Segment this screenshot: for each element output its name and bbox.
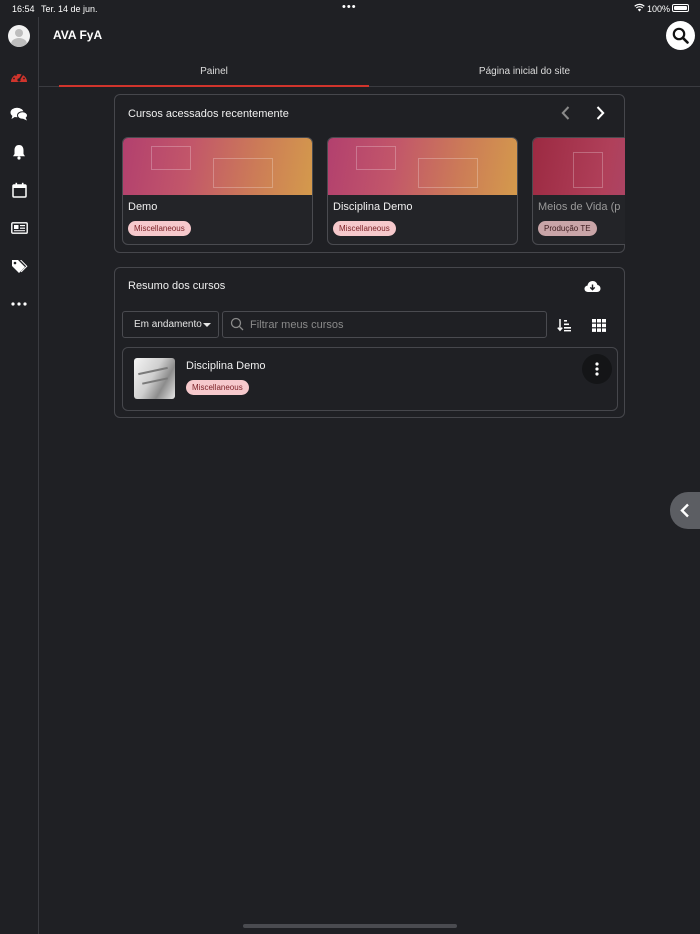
tab-painel[interactable]: Painel: [59, 55, 369, 87]
course-image: [123, 138, 312, 195]
block-drawer-toggle[interactable]: [670, 492, 700, 529]
calendar-icon[interactable]: [8, 179, 30, 201]
cloud-download-icon: [584, 280, 600, 292]
course-filter-input[interactable]: [222, 311, 547, 338]
carousel-next-button[interactable]: [591, 104, 609, 122]
sidebar: [0, 17, 39, 934]
recent-course-card[interactable]: Meios de Vida (p Produção TE: [532, 137, 625, 245]
chevron-left-icon: [560, 106, 569, 120]
course-name: Disciplina Demo: [186, 360, 266, 372]
tab-site-home[interactable]: Página inicial do site: [369, 55, 680, 87]
search-icon: [672, 27, 689, 44]
recent-courses-carousel: Demo Miscellaneous Disciplina Demo Misce…: [122, 137, 625, 246]
messages-icon[interactable]: [8, 103, 30, 125]
grid-icon: [592, 318, 606, 332]
caret-down-icon: [203, 323, 211, 327]
sort-icon: [556, 319, 571, 332]
course-overview-title: Resumo dos cursos: [128, 280, 226, 292]
category-badge: Miscellaneous: [333, 221, 396, 236]
course-overview-block: Resumo dos cursos Em andamento Disciplin…: [114, 267, 625, 418]
tab-bar: Painel Página inicial do site: [39, 55, 700, 87]
battery-icon: [672, 4, 689, 12]
recent-course-card[interactable]: Demo Miscellaneous: [122, 137, 313, 245]
course-list-item[interactable]: Disciplina Demo Miscellaneous: [122, 347, 618, 411]
course-actions-button[interactable]: [582, 354, 612, 384]
course-name: Meios de Vida (p: [538, 201, 621, 213]
dashboard-icon[interactable]: [8, 65, 30, 87]
course-name: Demo: [128, 201, 158, 213]
status-bar: 16:54 Ter. 14 de jun. ••• 100%: [0, 0, 700, 17]
progress-filter-dropdown[interactable]: Em andamento: [122, 311, 219, 338]
app-title: AVA FyA: [53, 28, 103, 42]
recent-courses-title: Cursos acessados recentemente: [128, 108, 289, 120]
search-button[interactable]: [666, 21, 695, 50]
grades-icon[interactable]: [8, 217, 30, 239]
category-badge: Miscellaneous: [186, 380, 249, 395]
recent-course-card[interactable]: Disciplina Demo Miscellaneous: [327, 137, 518, 245]
chevron-left-icon: [680, 503, 689, 518]
avatar[interactable]: [8, 25, 30, 47]
wifi-icon: [634, 3, 645, 14]
category-badge: Miscellaneous: [128, 221, 191, 236]
notifications-icon[interactable]: [8, 141, 30, 163]
search-icon: [230, 317, 244, 331]
course-thumbnail: [134, 358, 175, 399]
multitasking-dots-icon[interactable]: •••: [342, 1, 357, 13]
home-indicator[interactable]: [243, 924, 457, 928]
kebab-menu-icon: [595, 362, 599, 376]
more-icon[interactable]: [8, 293, 30, 315]
battery-percent: 100%: [647, 4, 671, 14]
view-toggle-button[interactable]: [590, 316, 608, 334]
tags-icon[interactable]: [8, 255, 30, 277]
course-image: [533, 138, 625, 195]
download-button[interactable]: [583, 277, 601, 295]
course-name: Disciplina Demo: [333, 201, 413, 213]
sort-button[interactable]: [555, 316, 573, 334]
chevron-right-icon: [596, 106, 605, 120]
progress-filter-value: Em andamento: [134, 319, 202, 330]
status-date: Ter. 14 de jun.: [41, 4, 98, 14]
status-time: 16:54: [12, 4, 35, 14]
recent-courses-block: Cursos acessados recentemente Demo Misce…: [114, 94, 625, 253]
category-badge: Produção TE: [538, 221, 597, 236]
course-image: [328, 138, 517, 195]
carousel-prev-button[interactable]: [556, 104, 574, 122]
